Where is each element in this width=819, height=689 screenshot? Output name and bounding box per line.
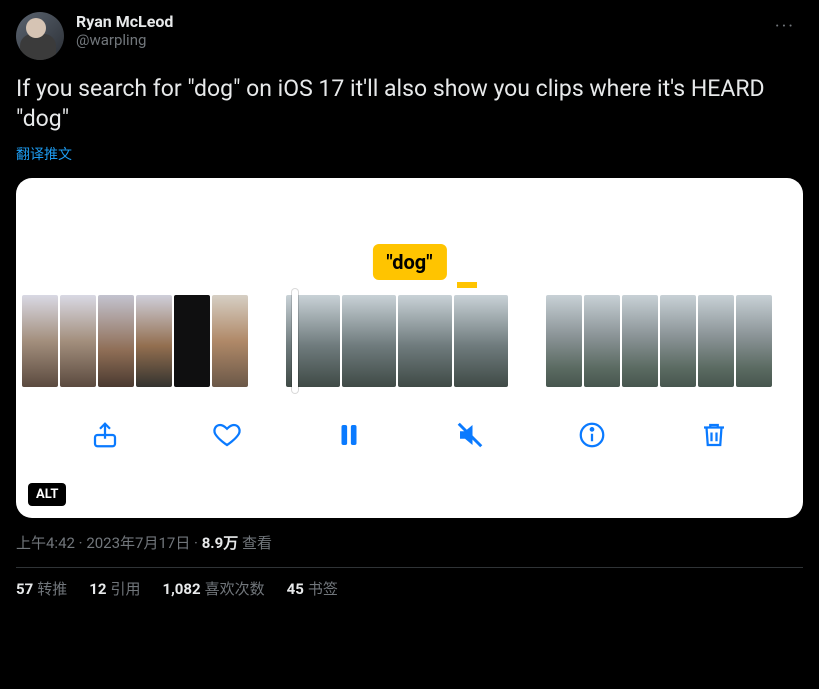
video-frame: [60, 295, 96, 387]
display-name: Ryan McLeod: [76, 12, 173, 31]
search-pill: "dog": [372, 244, 446, 280]
clip-group-2[interactable]: [286, 295, 508, 387]
tweet-meta: 上午4:42 · 2023年7月17日 · 8.9万 查看: [16, 532, 803, 553]
media-controls: [16, 394, 803, 472]
quotes-stat[interactable]: 12引用: [89, 578, 140, 599]
share-icon[interactable]: [86, 416, 124, 454]
retweets-stat[interactable]: 57转推: [16, 578, 67, 599]
alt-badge[interactable]: ALT: [28, 483, 66, 506]
video-frame: [622, 295, 658, 387]
heart-icon[interactable]: [208, 416, 246, 454]
more-button[interactable]: ···: [767, 12, 803, 41]
tweet-time[interactable]: 上午4:42: [16, 534, 75, 552]
playhead[interactable]: [292, 289, 298, 393]
video-frame: [454, 295, 508, 387]
pause-icon[interactable]: [330, 416, 368, 454]
clip-group-1[interactable]: [22, 295, 248, 387]
video-frame: [736, 295, 772, 387]
tweet-stats: 57转推 12引用 1,082喜欢次数 45书签: [16, 578, 803, 599]
video-frame: [698, 295, 734, 387]
video-frame: [212, 295, 248, 387]
avatar[interactable]: [16, 12, 64, 60]
video-frame: [546, 295, 582, 387]
video-frame: [660, 295, 696, 387]
media-card[interactable]: "dog": [16, 178, 803, 518]
trash-icon[interactable]: [695, 416, 733, 454]
video-frame: [136, 295, 172, 387]
views-label: 查看: [238, 534, 272, 552]
translate-link[interactable]: 翻译推文: [16, 144, 803, 164]
video-frame: [398, 295, 452, 387]
author-block[interactable]: Ryan McLeod @warpling: [76, 12, 173, 49]
video-frame: [342, 295, 396, 387]
pill-tick: [457, 282, 477, 288]
mute-icon[interactable]: [451, 416, 489, 454]
tweet-header: Ryan McLeod @warpling ···: [16, 12, 803, 60]
video-frame: [98, 295, 134, 387]
video-timeline[interactable]: [16, 274, 803, 394]
likes-stat[interactable]: 1,082喜欢次数: [162, 578, 264, 599]
handle: @warpling: [76, 31, 173, 49]
tweet-date[interactable]: 2023年7月17日: [86, 534, 190, 552]
divider: [16, 567, 803, 568]
tweet-text: If you search for "dog" on iOS 17 it'll …: [16, 74, 803, 134]
video-frame: [174, 295, 210, 387]
bookmarks-stat[interactable]: 45书签: [287, 578, 338, 599]
info-icon[interactable]: [573, 416, 611, 454]
clip-group-3[interactable]: [546, 295, 772, 387]
media-top: "dog": [16, 178, 803, 274]
views-count: 8.9万: [202, 534, 239, 552]
video-frame: [22, 295, 58, 387]
video-frame: [584, 295, 620, 387]
